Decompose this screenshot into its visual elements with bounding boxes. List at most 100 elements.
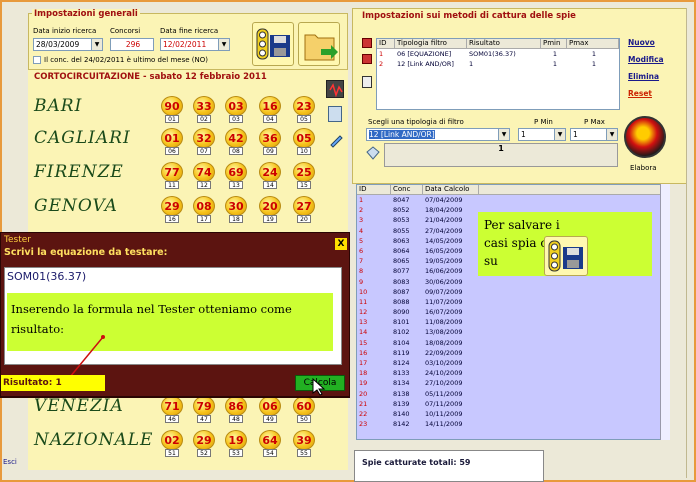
number-ball[interactable]: 74 — [193, 162, 215, 182]
result-row[interactable]: 10 8087 09/07/2009 — [357, 287, 669, 297]
save-cases-button[interactable] — [544, 236, 588, 276]
trash-icon[interactable] — [362, 76, 372, 88]
col-tipologia: Tipologia filtro — [395, 39, 467, 49]
concorsi-label: Concorsi — [110, 27, 141, 35]
end-date-picker[interactable]: 12/02/2011 ▼ — [160, 38, 230, 51]
draw-title: CORTOCIRCUITAZIONE - sabato 12 febbraio … — [32, 72, 269, 82]
number-ball[interactable]: 20 — [259, 196, 281, 216]
col-pmax: Pmax — [567, 39, 619, 49]
pencil-icon[interactable] — [328, 132, 344, 148]
delete-filter-link[interactable]: Elimina — [628, 72, 664, 81]
result-row[interactable]: 1 8047 07/04/2009 — [357, 195, 669, 205]
filter-actions: Nuovo Modifica Elimina Reset — [628, 38, 664, 98]
results-scrollbar[interactable] — [660, 184, 670, 440]
result-row[interactable]: 12 8090 16/07/2009 — [357, 307, 669, 317]
number-ball[interactable]: 03 — [225, 96, 247, 116]
move-down-icon[interactable] — [362, 54, 372, 64]
number-ball[interactable]: 30 — [225, 196, 247, 216]
number-ball[interactable]: 60 — [293, 396, 315, 416]
sound-icon[interactable] — [326, 80, 344, 98]
result-cell: 8133 — [393, 369, 410, 378]
number-ball[interactable]: 23 — [293, 96, 315, 116]
result-row[interactable]: 21 8139 07/11/2009 — [357, 399, 669, 409]
position-label: 12 — [197, 181, 211, 189]
result-row[interactable]: 13 8101 11/08/2009 — [357, 317, 669, 327]
number-ball[interactable]: 69 — [225, 162, 247, 182]
exit-link[interactable]: Esci — [3, 458, 17, 466]
chevron-down-icon: ▼ — [498, 129, 509, 140]
result-cell: 13 — [359, 318, 368, 327]
number-ball[interactable]: 71 — [161, 396, 183, 416]
start-date-picker[interactable]: 28/03/2009 ▼ — [33, 38, 103, 51]
number-ball[interactable]: 29 — [193, 430, 215, 450]
filter-row[interactable]: 2 12 [Link AND/OR] 1 1 1 — [377, 59, 619, 69]
number-ball[interactable]: 08 — [193, 196, 215, 216]
concorsi-field[interactable]: 296 — [110, 38, 154, 51]
number-ball[interactable]: 05 — [293, 128, 315, 148]
tester-close-button[interactable]: X — [335, 238, 347, 250]
result-row[interactable]: 18 8133 24/10/2009 — [357, 368, 669, 378]
result-row[interactable]: 20 8138 05/11/2009 — [357, 389, 669, 399]
number-ball[interactable]: 86 — [225, 396, 247, 416]
number-ball[interactable]: 77 — [161, 162, 183, 182]
number-ball[interactable]: 25 — [293, 162, 315, 182]
save-settings-button[interactable] — [252, 22, 294, 66]
result-cell: 11 — [359, 297, 368, 306]
result-row[interactable]: 9 8083 30/06/2009 — [357, 277, 669, 287]
number-ball[interactable]: 24 — [259, 162, 281, 182]
document-icon[interactable] — [328, 106, 342, 122]
result-cell: 09/07/2009 — [425, 287, 463, 296]
result-cell: 23 — [359, 420, 368, 429]
number-ball[interactable]: 33 — [193, 96, 215, 116]
result-row[interactable]: 17 8124 03/10/2009 — [357, 358, 669, 368]
col-conc: Conc — [391, 185, 423, 195]
result-cell: 8047 — [393, 196, 410, 204]
number-ball[interactable]: 29 — [161, 196, 183, 216]
result-row[interactable]: 19 8134 27/10/2009 — [357, 378, 669, 388]
number-ball[interactable]: 79 — [193, 396, 215, 416]
tester-dialog: Tester X Scrivi la equazione da testare:… — [0, 232, 350, 398]
filter-type-select[interactable]: 12 [Link AND/OR] ▼ — [366, 128, 510, 141]
position-label: 11 — [165, 181, 179, 189]
result-row[interactable]: 16 8119 22/09/2009 — [357, 348, 669, 358]
new-filter-link[interactable]: Nuovo — [628, 38, 664, 47]
filter-cell-ris: 1 — [469, 60, 474, 69]
move-up-icon[interactable] — [362, 38, 372, 48]
reset-filter-link[interactable]: Reset — [628, 89, 664, 98]
number-ball[interactable]: 06 — [259, 396, 281, 416]
result-row[interactable]: 22 8140 10/11/2009 — [357, 409, 669, 419]
result-row[interactable]: 11 8088 11/07/2009 — [357, 297, 669, 307]
pmin-select[interactable]: 1 ▼ — [518, 128, 566, 141]
number-ball[interactable]: 02 — [161, 430, 183, 450]
number-ball[interactable]: 32 — [193, 128, 215, 148]
number-ball[interactable]: 27 — [293, 196, 315, 216]
filter-value-box[interactable]: 1 — [384, 143, 618, 167]
edit-filter-link[interactable]: Modifica — [628, 55, 664, 64]
position-label: 49 — [263, 415, 277, 423]
number-ball[interactable]: 01 — [161, 128, 183, 148]
result-row[interactable]: 14 8102 13/08/2009 — [357, 327, 669, 337]
last-of-month-checkbox[interactable] — [33, 56, 41, 64]
open-folder-button[interactable] — [298, 22, 340, 66]
result-cell: 19 — [359, 379, 368, 388]
pmax-select[interactable]: 1 ▼ — [570, 128, 618, 141]
result-cell: 22 — [359, 409, 368, 418]
number-ball[interactable]: 90 — [161, 96, 183, 116]
number-ball[interactable]: 64 — [259, 430, 281, 450]
result-cell: 16/06/2009 — [425, 267, 463, 276]
number-ball[interactable]: 19 — [225, 430, 247, 450]
number-ball[interactable]: 16 — [259, 96, 281, 116]
result-cell: 03/10/2009 — [425, 359, 463, 367]
position-label: 48 — [229, 415, 243, 423]
result-row[interactable]: 23 8142 14/11/2009 — [357, 419, 669, 429]
elabora-button[interactable] — [624, 116, 666, 158]
result-cell: 07/04/2009 — [425, 196, 463, 204]
position-label: 52 — [197, 449, 211, 457]
result-row[interactable]: 15 8104 18/08/2009 — [357, 338, 669, 348]
number-ball[interactable]: 39 — [293, 430, 315, 450]
number-ball[interactable]: 42 — [225, 128, 247, 148]
number-ball[interactable]: 36 — [259, 128, 281, 148]
filter-row[interactable]: 1 06 [EQUAZIONE] SOM01(36.37) 1 1 — [377, 49, 619, 59]
result-cell: 8101 — [393, 318, 410, 327]
city-name: VENEZIA — [34, 396, 124, 416]
